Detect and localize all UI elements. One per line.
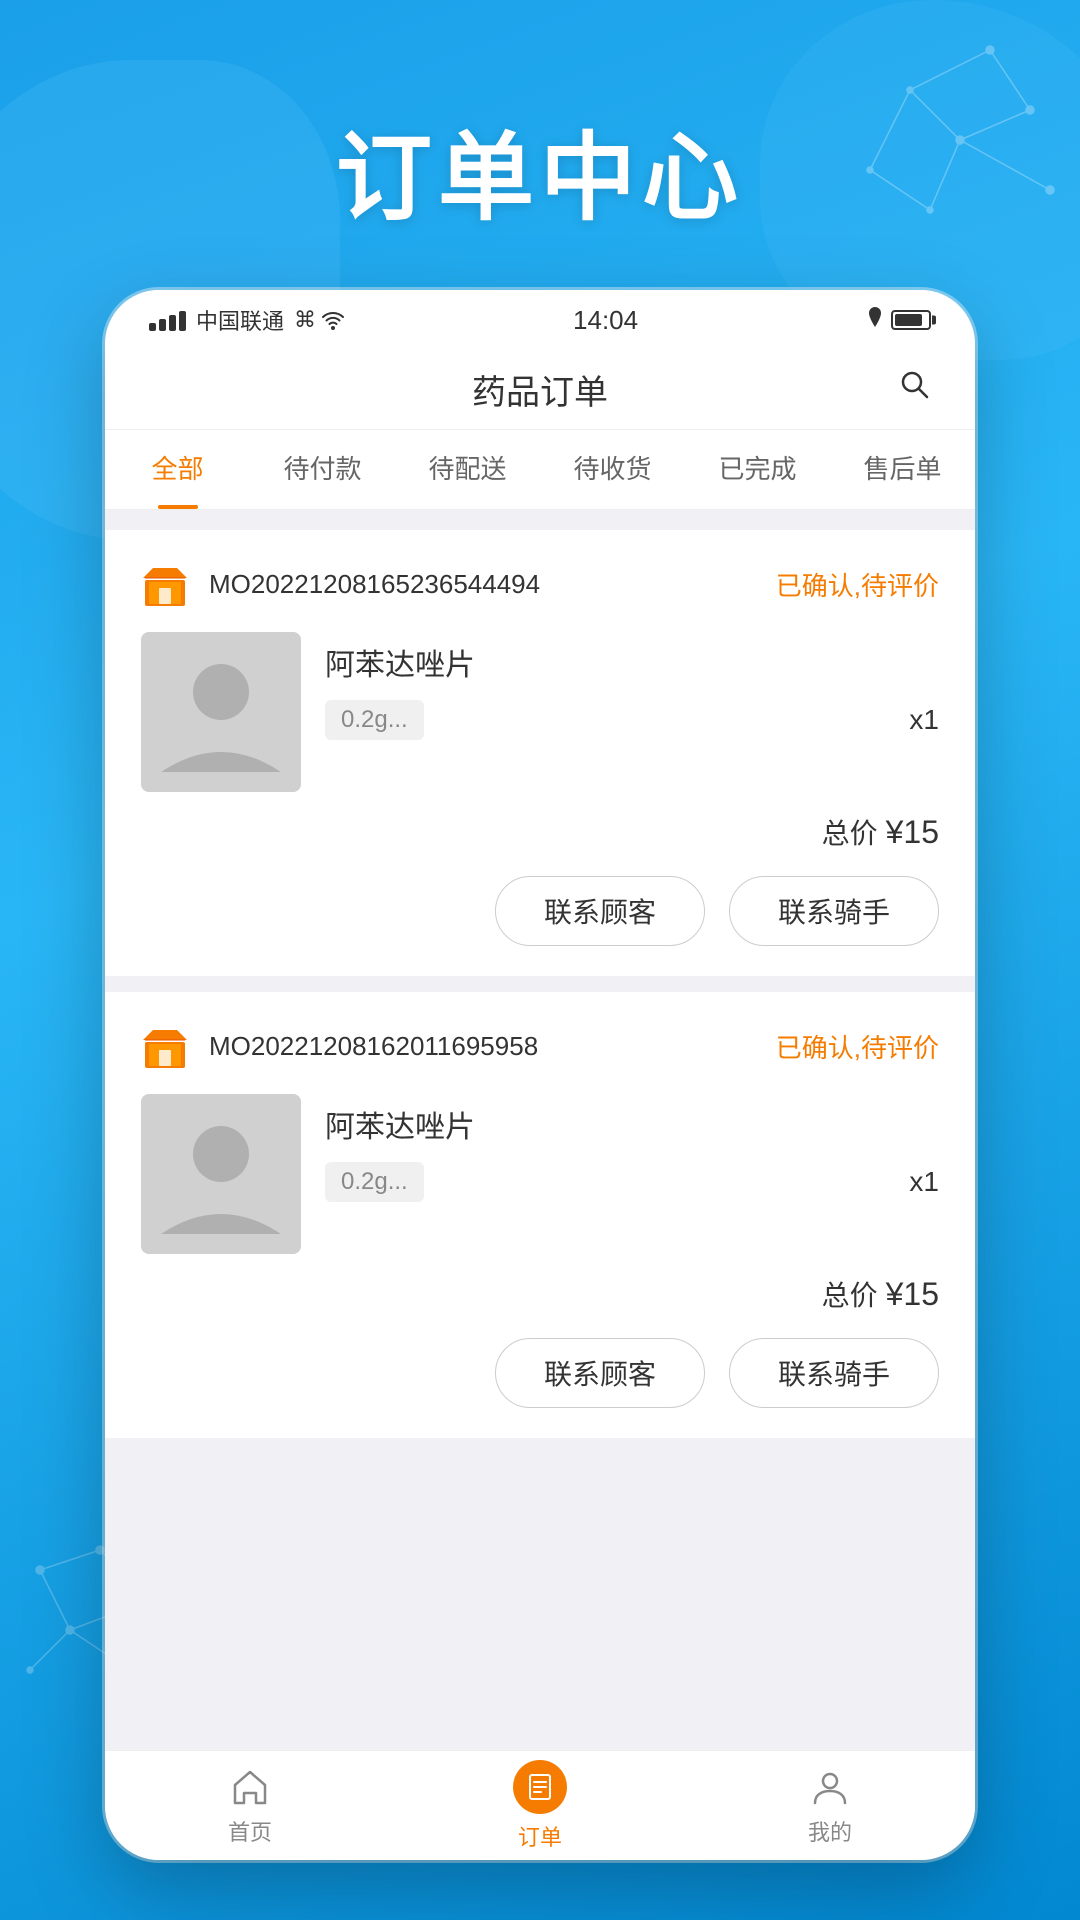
app-header: 药品订单 (105, 350, 975, 430)
bottom-nav: 首页 订单 我的 (105, 1750, 975, 1860)
item-name-1: 阿苯达唑片 (325, 640, 939, 684)
item-spec-2: 0.2g... (325, 1162, 424, 1202)
nav-orders-label: 订单 (518, 1820, 562, 1852)
shop-icon-1 (141, 560, 189, 608)
order-card-1: MO20221208165236544494 已确认,待评价 阿苯达唑片 0.2… (105, 530, 975, 976)
order-price-1: ¥15 (886, 814, 939, 851)
status-left: 中国联通 ⌘ (149, 304, 344, 336)
tab-bar: 全部 待付款 待配送 待收货 已完成 售后单 (105, 430, 975, 510)
order-header-2: MO20221208162011695958 已确认,待评价 (141, 1022, 939, 1070)
page-title: 订单中心 (0, 100, 1080, 239)
shop-icon-2 (141, 1022, 189, 1070)
search-button[interactable] (899, 369, 931, 410)
location-icon (867, 307, 883, 333)
order-status-2: 已确认,待评价 (776, 1028, 939, 1065)
order-item-1: 阿苯达唑片 0.2g... x1 (141, 632, 939, 792)
status-right (867, 307, 931, 333)
signal-icon (149, 309, 186, 331)
contact-rider-btn-1[interactable]: 联系骑手 (729, 876, 939, 946)
item-spec-row-2: 0.2g... x1 (325, 1162, 939, 1202)
item-name-2: 阿苯达唑片 (325, 1102, 939, 1146)
item-spec-row-1: 0.2g... x1 (325, 700, 939, 740)
item-image-2 (141, 1094, 301, 1254)
phone-mockup: 中国联通 ⌘ 14:04 药品订单 (105, 290, 975, 1860)
nav-home[interactable]: 首页 (105, 1751, 395, 1860)
contact-customer-btn-1[interactable]: 联系顾客 (495, 876, 705, 946)
item-info-2: 阿苯达唑片 0.2g... x1 (325, 1094, 939, 1202)
order-header-1: MO20221208165236544494 已确认,待评价 (141, 560, 939, 608)
order-total-1: 总价 ¥15 (141, 812, 939, 852)
home-icon (228, 1765, 272, 1809)
order-actions-2: 联系顾客 联系骑手 (141, 1338, 939, 1408)
item-image-1 (141, 632, 301, 792)
tab-completed[interactable]: 已完成 (685, 430, 830, 509)
order-price-2: ¥15 (886, 1276, 939, 1313)
item-info-1: 阿苯达唑片 0.2g... x1 (325, 632, 939, 740)
app-header-title: 药品订单 (472, 365, 608, 414)
order-actions-1: 联系顾客 联系骑手 (141, 876, 939, 946)
order-status-1: 已确认,待评价 (776, 566, 939, 603)
battery-icon (891, 310, 931, 330)
content-area: MO20221208165236544494 已确认,待评价 阿苯达唑片 0.2… (105, 510, 975, 1750)
item-spec-1: 0.2g... (325, 700, 424, 740)
nav-home-label: 首页 (228, 1815, 272, 1847)
profile-icon (808, 1765, 852, 1809)
tab-pending-pay[interactable]: 待付款 (250, 430, 395, 509)
tab-all[interactable]: 全部 (105, 430, 250, 509)
order-card-2: MO20221208162011695958 已确认,待评价 阿苯达唑片 0.2… (105, 992, 975, 1438)
tab-pending-delivery[interactable]: 待配送 (395, 430, 540, 509)
orders-icon (513, 1760, 567, 1814)
tab-aftersale[interactable]: 售后单 (830, 430, 975, 509)
contact-rider-btn-2[interactable]: 联系骑手 (729, 1338, 939, 1408)
item-qty-1: x1 (909, 704, 939, 736)
tab-pending-receive[interactable]: 待收货 (540, 430, 685, 509)
order-number-2: MO20221208162011695958 (209, 1031, 776, 1062)
order-item-2: 阿苯达唑片 0.2g... x1 (141, 1094, 939, 1254)
order-total-2: 总价 ¥15 (141, 1274, 939, 1314)
carrier-label: 中国联通 (196, 304, 284, 336)
item-qty-2: x1 (909, 1166, 939, 1198)
nav-profile[interactable]: 我的 (685, 1751, 975, 1860)
order-number-1: MO20221208165236544494 (209, 569, 776, 600)
contact-customer-btn-2[interactable]: 联系顾客 (495, 1338, 705, 1408)
nav-profile-label: 我的 (808, 1815, 852, 1847)
status-bar: 中国联通 ⌘ 14:04 (105, 290, 975, 350)
nav-orders[interactable]: 订单 (395, 1751, 685, 1860)
wifi-icon: ⌘ (294, 307, 344, 333)
status-time: 14:04 (573, 305, 638, 336)
